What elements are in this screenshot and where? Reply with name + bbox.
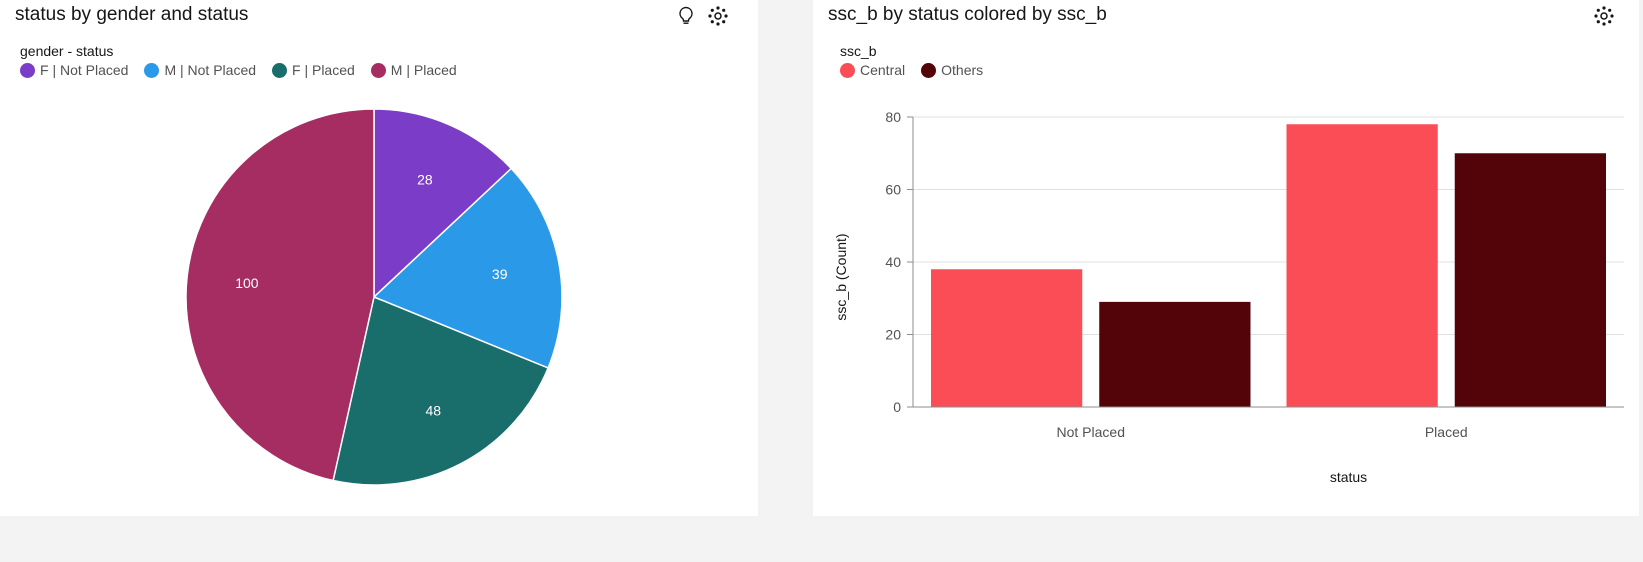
pie-slice[interactable] (185, 108, 375, 482)
y-tick-label: 60 (885, 182, 901, 198)
bar[interactable] (1454, 153, 1606, 407)
pie-slice-value-label: 28 (417, 172, 433, 188)
bar[interactable] (1286, 124, 1438, 407)
y-tick-label: 80 (885, 109, 901, 125)
bar[interactable] (931, 269, 1083, 407)
bar[interactable] (1099, 301, 1251, 407)
x-axis-title: status (1330, 469, 1367, 485)
bar-chart-card: ssc_b by status colored by ssc_b ssc_b C… (813, 0, 1639, 516)
pie-slice-value-label: 39 (492, 266, 508, 282)
x-tick-label: Not Placed (1057, 424, 1125, 440)
y-tick-label: 0 (893, 399, 901, 415)
y-axis-title: ssc_b (Count) (833, 233, 849, 320)
x-tick-label: Placed (1425, 424, 1468, 440)
pie-slice-value-label: 100 (235, 275, 259, 291)
pie-chart: 28 39 48 100 (185, 108, 563, 486)
y-tick-label: 20 (885, 327, 901, 343)
y-tick-label: 40 (885, 254, 901, 270)
pie-slice-value-label: 48 (425, 402, 441, 418)
bar-chart: 0 20 40 60 80 Not Placed Placed status ssc_b (Co… (833, 109, 1624, 485)
pie-chart-card: status by gender and status gender - sta… (0, 0, 758, 516)
